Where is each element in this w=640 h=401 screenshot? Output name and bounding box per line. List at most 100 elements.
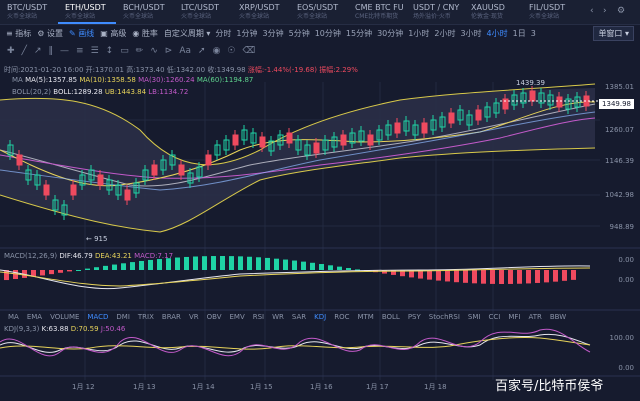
- info-close: 收:1349.98: [207, 66, 246, 74]
- x-axis-label: 1月 13: [133, 383, 156, 391]
- macd-bar: [544, 270, 549, 283]
- macd-bar: [427, 270, 432, 280]
- boll-ub-value: UB:1443.84: [104, 88, 147, 96]
- indicator-rsi[interactable]: RSI: [253, 313, 264, 321]
- indicator-mtm[interactable]: MTM: [357, 313, 373, 321]
- indicator-roc[interactable]: ROC: [334, 313, 349, 321]
- kdj-d-value: D:70.59: [70, 325, 99, 333]
- candle-body: [16, 154, 23, 166]
- candle-body: [556, 96, 563, 108]
- candle-body: [421, 122, 428, 134]
- macd-bar: [454, 270, 459, 283]
- indicator-emv[interactable]: EMV: [229, 313, 244, 321]
- macd-bar: [67, 270, 72, 272]
- macd-bar: [283, 259, 288, 270]
- boll-value: BOLL:1289.28: [53, 88, 103, 96]
- candle-body: [529, 90, 536, 102]
- macd-bar: [76, 270, 81, 271]
- macd-bar: [472, 270, 477, 284]
- kdj-j-value: J:50.46: [100, 325, 126, 333]
- ma5-value: MA(5):1357.85: [25, 76, 78, 84]
- indicator-macd[interactable]: MACD: [87, 313, 108, 321]
- indicator-volume[interactable]: VOLUME: [50, 313, 79, 321]
- indicator-brar[interactable]: BRAR: [162, 313, 181, 321]
- macd-bar: [247, 256, 252, 270]
- info-high: 高:1373.40: [126, 66, 165, 74]
- indicator-kdj[interactable]: KDJ: [314, 313, 326, 321]
- candle-body: [124, 189, 131, 201]
- low-annotation: ← 915: [86, 235, 108, 243]
- macd-bar: [184, 256, 189, 270]
- indicator-psy[interactable]: PSY: [408, 313, 421, 321]
- macd-bar: [58, 270, 63, 273]
- indicator-ma[interactable]: MA: [8, 313, 19, 321]
- macd-bar: [319, 264, 324, 270]
- candle-body: [259, 136, 266, 148]
- macd-bar: [94, 267, 99, 270]
- kdj-j-line: [0, 328, 591, 357]
- macd-bar: [526, 270, 531, 284]
- macd-bar: [292, 260, 297, 270]
- price-axis-label: 1042.98: [605, 191, 634, 199]
- macd-bar: [463, 270, 468, 283]
- indicator-obv[interactable]: OBV: [207, 313, 222, 321]
- candle-body: [70, 184, 77, 196]
- macd-bar: [238, 256, 243, 270]
- indicator-cci[interactable]: CCI: [488, 313, 500, 321]
- indicator-trix[interactable]: TRIX: [138, 313, 154, 321]
- indicator-wr[interactable]: WR: [272, 313, 284, 321]
- macd-bar: [346, 268, 351, 270]
- indicator-vr[interactable]: VR: [189, 313, 199, 321]
- last-price-tag: 1349.98: [599, 99, 634, 109]
- ma-name: MA: [12, 76, 23, 84]
- kdj-k-value: K:63.88: [41, 325, 69, 333]
- indicator-boll[interactable]: BOLL: [382, 313, 400, 321]
- candle-body: [340, 134, 347, 146]
- indicator-bar: MA EMA VOLUME MACD DMI TRIX BRAR VR OBV EMV RSI WR S…: [0, 311, 640, 323]
- low-annotation-value: 915: [94, 235, 108, 243]
- price-axis-label: 1385.01: [605, 83, 634, 91]
- macd-bar: [139, 260, 144, 270]
- macd-bar: [337, 266, 342, 270]
- ohlc-info: 时间:2021-01-20 16:00 开:1370.01 高:1373.40 …: [4, 65, 358, 75]
- macd-dea-value: DEA:43.21: [94, 252, 132, 260]
- macd-bar: [265, 257, 270, 270]
- macd-bar: [571, 270, 576, 280]
- macd-bar: [229, 256, 234, 270]
- indicator-stochrsi[interactable]: StochRSI: [429, 313, 460, 321]
- indicator-atr[interactable]: ATR: [528, 313, 541, 321]
- macd-bar: [436, 270, 441, 281]
- macd-bar: [130, 262, 135, 270]
- macd-bar: [220, 256, 225, 270]
- indicator-sar[interactable]: SAR: [292, 313, 306, 321]
- indicator-smi[interactable]: SMI: [468, 313, 481, 321]
- kdj-axis-label: 0.00: [618, 364, 634, 372]
- candle-body: [286, 132, 293, 144]
- macd-bar: [202, 256, 207, 270]
- macd-bar: [301, 261, 306, 270]
- macd-name: MACD(12,26,9): [4, 252, 58, 260]
- candle-body: [151, 164, 158, 176]
- candle-body: [97, 174, 104, 186]
- info-open: 开:1370.01: [85, 66, 124, 74]
- ma60-value: MA(60):1194.87: [196, 76, 254, 84]
- macd-bar: [481, 270, 486, 284]
- indicator-ema[interactable]: EMA: [27, 313, 42, 321]
- macd-value: MACD:7.17: [134, 252, 174, 260]
- macd-bar: [562, 270, 567, 281]
- indicator-mfi[interactable]: MFI: [508, 313, 520, 321]
- chart-canvas[interactable]: [0, 0, 640, 401]
- indicator-bbw[interactable]: BBW: [550, 313, 566, 321]
- x-axis-label: 1月 14: [192, 383, 215, 391]
- x-axis-label: 1月 18: [424, 383, 447, 391]
- info-amplitude: 振幅:2.29%: [319, 66, 358, 74]
- candle-body: [313, 142, 320, 154]
- macd-bar: [490, 270, 495, 284]
- high-annotation: 1439.39: [516, 79, 545, 87]
- ma30-value: MA(30):1260.24: [138, 76, 195, 84]
- price-axis-label: 1260.07: [605, 126, 634, 134]
- kdj-name: KDJ(9,3,3): [4, 325, 40, 333]
- indicator-dmi[interactable]: DMI: [116, 313, 130, 321]
- macd-bar: [193, 256, 198, 270]
- candle-body: [43, 184, 50, 196]
